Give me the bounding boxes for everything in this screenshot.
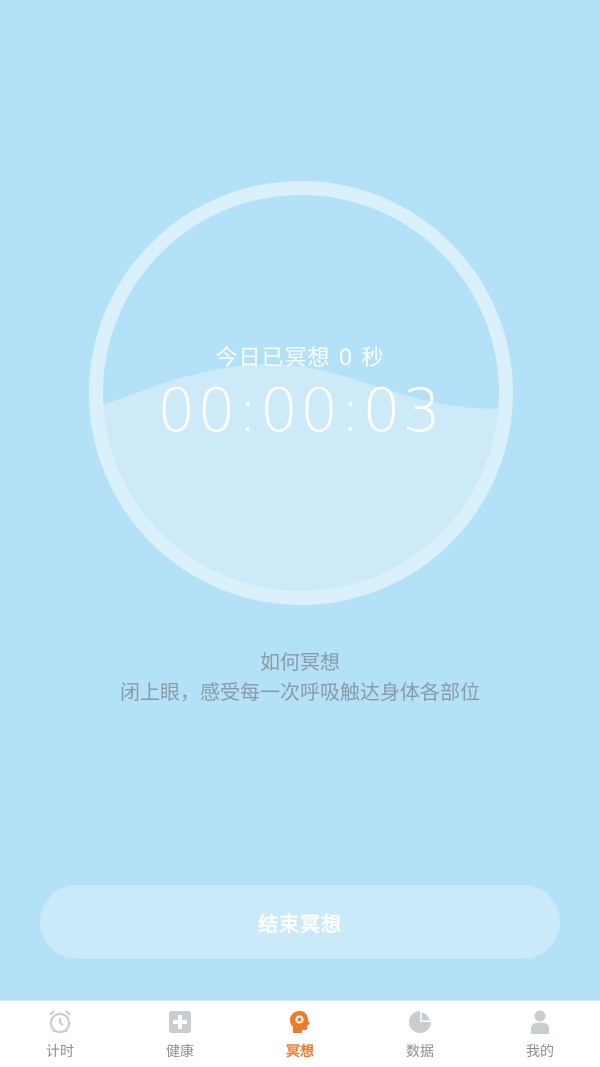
- tab-label-health: 健康: [166, 1044, 194, 1060]
- tab-label-data: 数据: [406, 1044, 434, 1060]
- tab-label-profile: 我的: [526, 1044, 554, 1060]
- session-timer: 00:00:03: [157, 376, 443, 446]
- tab-timer[interactable]: 计时: [0, 1001, 120, 1067]
- howto-description: 闭上眼，感受每一次呼吸触达身体各部位: [120, 680, 480, 704]
- howto-title: 如何冥想: [260, 650, 340, 674]
- bottom-tab-bar: 计时 健康 冥想 数据 我的: [0, 1000, 600, 1067]
- meditation-head-icon: [287, 1009, 313, 1035]
- tab-data[interactable]: 数据: [360, 1001, 480, 1067]
- tab-label-timer: 计时: [46, 1044, 74, 1060]
- tab-health[interactable]: 健康: [120, 1001, 240, 1067]
- tab-label-meditation: 冥想: [286, 1044, 314, 1060]
- health-cross-icon: [167, 1009, 193, 1035]
- meditation-screen: 今日已冥想 0 秒 00:00:03 如何冥想 闭上眼，感受每一次呼吸触达身体各…: [0, 0, 600, 1000]
- tab-profile[interactable]: 我的: [480, 1001, 600, 1067]
- today-meditation-total: 今日已冥想 0 秒: [215, 346, 385, 371]
- tab-meditation[interactable]: 冥想: [240, 1001, 360, 1067]
- alarm-clock-icon: [47, 1009, 73, 1035]
- pie-chart-icon: [407, 1009, 433, 1035]
- person-icon: [527, 1009, 553, 1035]
- end-meditation-button[interactable]: 结束冥想: [40, 885, 560, 959]
